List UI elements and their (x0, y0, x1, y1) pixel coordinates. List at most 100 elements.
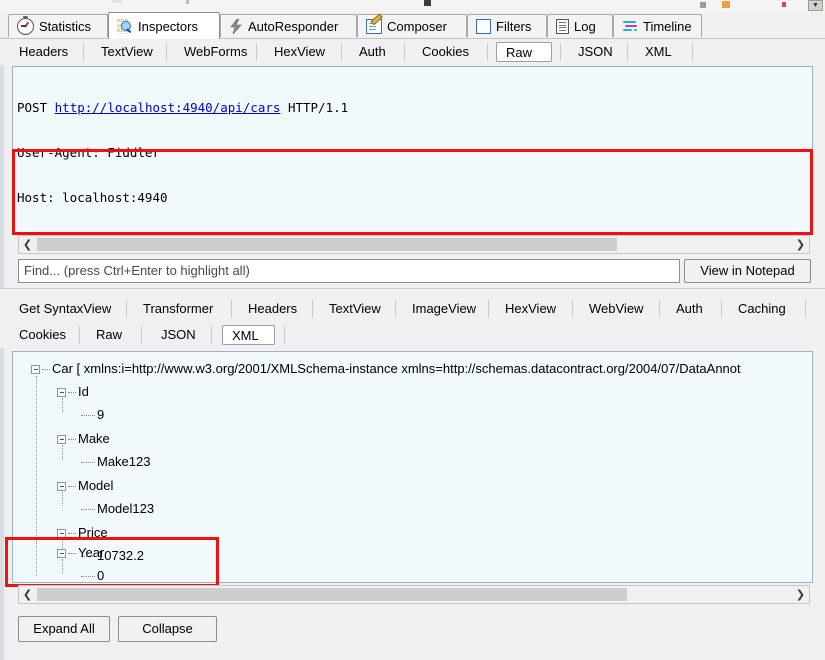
tree-connector (81, 414, 95, 417)
tab-composer[interactable]: Composer (357, 13, 467, 37)
request-tab-textview[interactable]: TextView (92, 42, 162, 62)
response-tab-xml[interactable]: XML (222, 325, 275, 345)
left-gutter-lower (0, 296, 4, 660)
response-tab-textview[interactable]: TextView (320, 299, 390, 319)
response-tab-json[interactable]: JSON (152, 325, 205, 345)
tab-autoresponder-label: AutoResponder (248, 18, 339, 34)
response-tab-caching[interactable]: Caching (729, 299, 795, 319)
expand-all-button[interactable]: Expand All (18, 616, 110, 642)
tree-node-model[interactable]: Model (57, 479, 113, 493)
request-raw-textarea[interactable]: POST http://localhost:4940/api/cars HTTP… (12, 66, 813, 234)
tree-node-year[interactable]: Year (57, 546, 104, 560)
top-strip-fragment (782, 2, 786, 7)
response-tab-imageview[interactable]: ImageView (403, 299, 485, 319)
collapse-toggle-icon[interactable] (31, 365, 40, 375)
tree-node-id-label: Id (78, 384, 89, 399)
collapse-toggle-icon[interactable] (57, 549, 66, 559)
request-tab-json[interactable]: JSON (569, 42, 622, 62)
request-hscroll-thumb[interactable] (37, 238, 617, 251)
collapse-toggle-icon[interactable] (57, 388, 66, 398)
response-tab-transformer[interactable]: Transformer (134, 299, 222, 319)
response-hscroll-thumb[interactable] (37, 588, 627, 601)
collapse-toggle-icon[interactable] (57, 435, 66, 445)
find-input[interactable]: Find... (press Ctrl+Enter to highlight a… (18, 259, 680, 283)
request-url-link[interactable]: http://localhost:4940/api/cars (55, 100, 281, 115)
response-tab-json-label: JSON (161, 327, 196, 342)
request-tab-cookies[interactable]: Cookies (413, 42, 478, 62)
response-tab-headers-label: Headers (248, 301, 298, 316)
request-tab-headers[interactable]: Headers (10, 42, 77, 62)
response-inspector-tabstrip-row2: Cookies Raw JSON XML (0, 322, 825, 348)
response-tab-hexview[interactable]: HexView (496, 299, 565, 319)
request-line: POST http://localhost:4940/api/cars HTTP… (17, 100, 808, 115)
tab-composer-label: Composer (387, 18, 447, 34)
response-tab-cookies-label: Cookies (19, 327, 66, 342)
request-tab-hexview[interactable]: HexView (265, 42, 334, 62)
response-tab-headers[interactable]: Headers (239, 299, 306, 319)
response-hscrollbar[interactable]: ❮ ❯ (18, 585, 810, 604)
request-http-version: HTTP/1.1 (287, 100, 349, 115)
tree-leaf-id-value[interactable]: 9 (81, 408, 104, 422)
response-tab-raw[interactable]: Raw (87, 325, 131, 345)
tab-timeline[interactable]: Timeline (613, 14, 702, 37)
chevron-right-icon[interactable]: ❯ (792, 236, 809, 253)
tab-separator (341, 43, 342, 61)
collapse-toggle-icon[interactable] (57, 482, 66, 492)
chevron-left-icon[interactable]: ❮ (19, 236, 36, 253)
tab-separator (692, 43, 693, 61)
tab-separator (487, 43, 488, 61)
request-tab-raw[interactable]: Raw (496, 42, 552, 62)
xml-tree-view[interactable]: Car [ xmlns:i=http://www.w3.org/2001/XML… (12, 351, 813, 583)
tab-log[interactable]: Log (547, 14, 613, 37)
inspect-icon: 0101101001011010 (117, 19, 133, 34)
tree-connector (68, 532, 76, 535)
chevron-right-icon[interactable]: ❯ (792, 586, 809, 603)
response-tab-hexview-label: HexView (505, 301, 557, 316)
tree-node-make[interactable]: Make (57, 432, 110, 446)
log-icon (556, 18, 569, 34)
request-tab-raw-label: Raw (506, 45, 533, 60)
tree-node-price[interactable]: Price (57, 526, 108, 540)
request-tab-json-label: JSON (578, 44, 613, 59)
view-in-notepad-button[interactable]: View in Notepad (684, 259, 811, 283)
tree-connector (42, 368, 50, 371)
tab-separator (805, 300, 806, 318)
tree-node-make-label: Make (78, 431, 110, 446)
compose-icon (366, 13, 383, 34)
tree-node-id[interactable]: Id (57, 385, 89, 399)
tree-node-root[interactable]: Car [ xmlns:i=http://www.w3.org/2001/XML… (31, 362, 741, 376)
tree-connector (81, 508, 95, 511)
request-tab-webforms-label: WebForms (184, 44, 248, 59)
tree-leaf-year-value[interactable]: 0 (81, 568, 105, 583)
request-tab-auth[interactable]: Auth (350, 42, 395, 62)
response-tab-webview[interactable]: WebView (580, 299, 652, 319)
top-strip-fragment (722, 1, 730, 8)
tree-node-root-label: Car [ xmlns:i=http://www.w3.org/2001/XML… (52, 361, 741, 376)
collapse-toggle-icon[interactable] (57, 529, 66, 539)
tab-filters[interactable]: Filters (467, 14, 547, 37)
response-tab-caching-label: Caching (738, 301, 786, 316)
response-tab-get-syntaxview[interactable]: Get SyntaxView (10, 299, 120, 319)
request-tab-xml[interactable]: XML (636, 42, 681, 62)
tree-leaf-make-value[interactable]: Make123 (81, 455, 150, 469)
fiddler-window: ▼ Statistics 0101101001011010 Inspectors… (0, 0, 825, 660)
session-list-scroll-down-button[interactable]: ▼ (808, 0, 823, 11)
request-tab-hexview-label: HexView (274, 44, 326, 59)
tree-leaf-model-value[interactable]: Model123 (81, 502, 154, 516)
tree-trunk-line (36, 376, 37, 576)
response-tab-auth[interactable]: Auth (667, 299, 712, 319)
tree-leaf-year-text: 0 (97, 568, 105, 583)
tree-connector (68, 438, 76, 441)
request-tab-textview-label: TextView (101, 44, 153, 59)
request-tab-webforms[interactable]: WebForms (175, 42, 256, 62)
response-tab-cookies[interactable]: Cookies (10, 325, 75, 345)
chevron-left-icon[interactable]: ❮ (19, 586, 36, 603)
request-hscrollbar[interactable]: ❮ ❯ (18, 235, 810, 254)
tab-inspectors[interactable]: 0101101001011010 Inspectors (108, 12, 220, 39)
collapse-button[interactable]: Collapse (118, 616, 217, 642)
request-method: POST (17, 100, 48, 115)
tab-statistics[interactable]: Statistics (8, 14, 108, 37)
tab-autoresponder[interactable]: AutoResponder (220, 14, 357, 37)
request-tab-auth-label: Auth (359, 44, 386, 59)
request-tab-cookies-label: Cookies (422, 44, 469, 59)
